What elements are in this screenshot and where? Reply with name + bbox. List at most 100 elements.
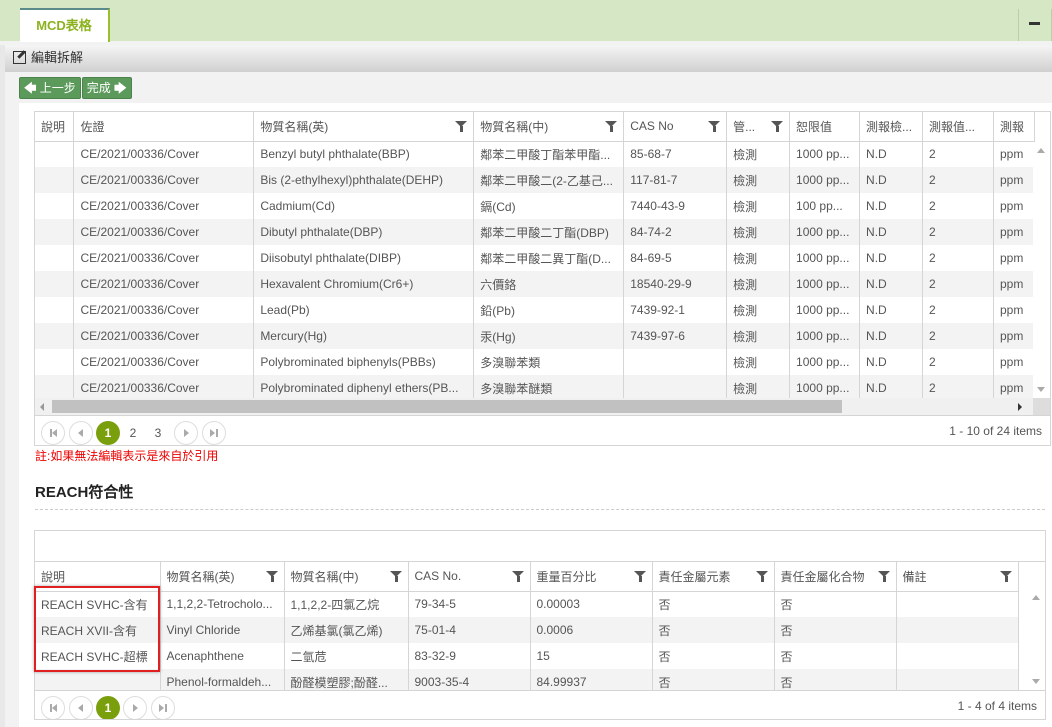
page-3[interactable]: 3 (146, 421, 170, 445)
last-page-button[interactable] (202, 421, 226, 445)
column-header[interactable]: 責任金屬化合物 (774, 562, 897, 592)
column-header[interactable]: 物質名稱(英) (253, 112, 475, 142)
table-cell[interactable]: CE/2021/00336/Cover (73, 323, 255, 349)
next-page-button[interactable] (174, 421, 198, 445)
table-cell[interactable]: CE/2021/00336/Cover (73, 193, 255, 219)
minus-icon[interactable] (1029, 22, 1040, 25)
table-cell[interactable]: CE/2021/00336/Cover (73, 349, 255, 375)
prev-page-button[interactable] (69, 421, 93, 445)
column-header[interactable]: CAS No (623, 112, 728, 142)
table-row[interactable]: CE/2021/00336/Cover Benzyl butyl phthalat… (35, 141, 1035, 167)
prev-step-button[interactable]: 🡄 上一步 (19, 77, 81, 99)
first-page-button[interactable] (41, 696, 65, 719)
first-page-arrow (52, 429, 57, 437)
filter-icon[interactable] (633, 571, 646, 582)
table-cell: 1,1,2,2-四氯乙烷 (284, 591, 409, 617)
filter-icon[interactable] (999, 571, 1012, 582)
table-cell[interactable]: CE/2021/00336/Cover (73, 141, 255, 167)
column-header[interactable]: 管... (726, 112, 791, 142)
column-header[interactable]: 測報 (993, 112, 1035, 142)
table-row[interactable]: CE/2021/00336/Cover Diisobutyl phthalate(… (35, 245, 1035, 271)
next-page-icon (184, 429, 189, 437)
column-header[interactable]: 責任金屬元素 (652, 562, 775, 592)
column-header[interactable]: 物質名稱(中) (473, 112, 625, 142)
column-header[interactable]: 重量百分比 (530, 562, 653, 592)
table-cell: 乙烯基氯(氯乙烯) (284, 617, 409, 643)
table-cell[interactable]: CE/2021/00336/Cover (73, 219, 255, 245)
column-header[interactable]: 備註 (896, 562, 1019, 592)
column-header[interactable]: 測報值... (922, 112, 994, 142)
filter-icon[interactable] (455, 121, 468, 132)
first-page-arrow (52, 704, 57, 712)
prev-page-button[interactable] (69, 696, 93, 719)
panel-header: 編輯拆解 (5, 45, 1052, 72)
filter-icon[interactable] (877, 571, 890, 582)
table-row[interactable]: CE/2021/00336/Cover Mercury(Hg) 汞(Hg) 7439-… (35, 323, 1035, 349)
column-header[interactable]: 說明 (35, 562, 161, 592)
table-row[interactable]: Phenol-formaldeh... 酚醛模塑膠;酚醛... 9003-35-4 8… (35, 669, 1019, 690)
table-cell: Polybrominated biphenyls(PBBs) (253, 349, 475, 375)
column-header[interactable]: 說明 (35, 112, 75, 142)
table-row[interactable]: CE/2021/00336/Cover Lead(Pb) 鉛(Pb) 7439-92-… (35, 297, 1035, 323)
column-header[interactable]: 佐證 (73, 112, 255, 142)
vertical-scrollbar[interactable] (1033, 142, 1050, 398)
tab-mcd-table[interactable]: MCD表格 (20, 8, 110, 42)
table-cell[interactable]: CE/2021/00336/Cover (73, 375, 255, 398)
next-page-button[interactable] (123, 696, 147, 719)
table-cell[interactable]: CE/2021/00336/Cover (73, 245, 255, 271)
column-header[interactable]: 物質名稱(英) (160, 562, 285, 592)
done-button[interactable]: 完成 🡆 (81, 77, 132, 99)
table-row[interactable]: CE/2021/00336/Cover Dibutyl phthalate(DBP… (35, 219, 1035, 245)
table-row[interactable]: REACH SVHC-含有 1,1,2,2-Tetrocholo... 1,1,2,… (35, 591, 1019, 617)
table-row[interactable]: CE/2021/00336/Cover Bis (2-ethylhexyl)pht… (35, 167, 1035, 193)
filter-icon[interactable] (755, 571, 768, 582)
filter-icon[interactable] (265, 571, 278, 582)
table-cell: 75-01-4 (408, 617, 531, 643)
table-cell (896, 591, 1019, 617)
horizontal-scrollbar[interactable] (35, 398, 1050, 415)
reach-vertical-scrollbar[interactable] (1028, 589, 1045, 690)
column-header[interactable]: 恕限值 (789, 112, 861, 142)
column-header[interactable]: 物質名稱(中) (284, 562, 409, 592)
table-cell: Cadmium(Cd) (253, 193, 475, 219)
table-cell (623, 375, 728, 398)
table-row[interactable]: REACH XVII-含有 Vinyl Chloride 乙烯基氯(氯乙烯) 75-0… (35, 617, 1019, 643)
filter-icon[interactable] (389, 571, 402, 582)
scroll-down-icon[interactable] (1032, 679, 1040, 684)
table-cell: 1000 pp... (789, 297, 861, 323)
table-row[interactable]: REACH SVHC-超標 Acenaphthene 二氫苊 83-32-9 15 否否 (35, 643, 1019, 669)
table-cell: N.D (859, 245, 924, 271)
last-page-button[interactable] (151, 696, 175, 719)
table-row[interactable]: CE/2021/00336/Cover Polybrominated biphen… (35, 349, 1035, 375)
table-row[interactable]: CE/2021/00336/Cover Cadmium(Cd) 鎘(Cd) 7440-… (35, 193, 1035, 219)
page-1[interactable]: 1 (96, 421, 120, 445)
column-header-label: 恕限值 (796, 119, 833, 134)
filter-icon[interactable] (511, 571, 524, 582)
page-2[interactable]: 2 (121, 421, 145, 445)
table-cell: 7439-92-1 (623, 297, 728, 323)
table-cell[interactable]: CE/2021/00336/Cover (73, 271, 255, 297)
scroll-left-icon[interactable] (40, 403, 44, 411)
filter-icon[interactable] (708, 121, 721, 132)
table-row[interactable]: CE/2021/00336/Cover Hexavalent Chromium(C… (35, 271, 1035, 297)
table-row[interactable]: CE/2021/00336/Cover Polybrominated diphen… (35, 375, 1035, 398)
table-cell: 否 (652, 643, 775, 669)
filter-icon[interactable] (605, 121, 618, 132)
column-header[interactable]: 測報檢... (859, 112, 924, 142)
mcd-pager: 1 2 3 1 - 10 of 24 items (35, 415, 1050, 445)
table-cell: ppm (993, 271, 1035, 297)
filter-icon[interactable] (771, 121, 784, 132)
first-page-button[interactable] (41, 421, 65, 445)
column-header[interactable]: CAS No. (408, 562, 531, 592)
table-cell[interactable]: CE/2021/00336/Cover (73, 167, 255, 193)
mcd-grid: 說明 佐證 物質名稱(英) 物質名稱(中) CAS No 管... 恕限值 測報檢... 測報值… (34, 111, 1051, 446)
scroll-up-icon[interactable] (1032, 595, 1040, 600)
page-1[interactable]: 1 (96, 696, 120, 719)
scroll-up-icon[interactable] (1037, 148, 1045, 153)
column-header-label: 管... (733, 119, 756, 134)
scroll-right-icon[interactable] (1018, 403, 1022, 411)
table-cell[interactable]: CE/2021/00336/Cover (73, 297, 255, 323)
scroll-down-icon[interactable] (1037, 387, 1045, 392)
scroll-thumb[interactable] (52, 400, 842, 413)
table-cell: 否 (774, 617, 897, 643)
